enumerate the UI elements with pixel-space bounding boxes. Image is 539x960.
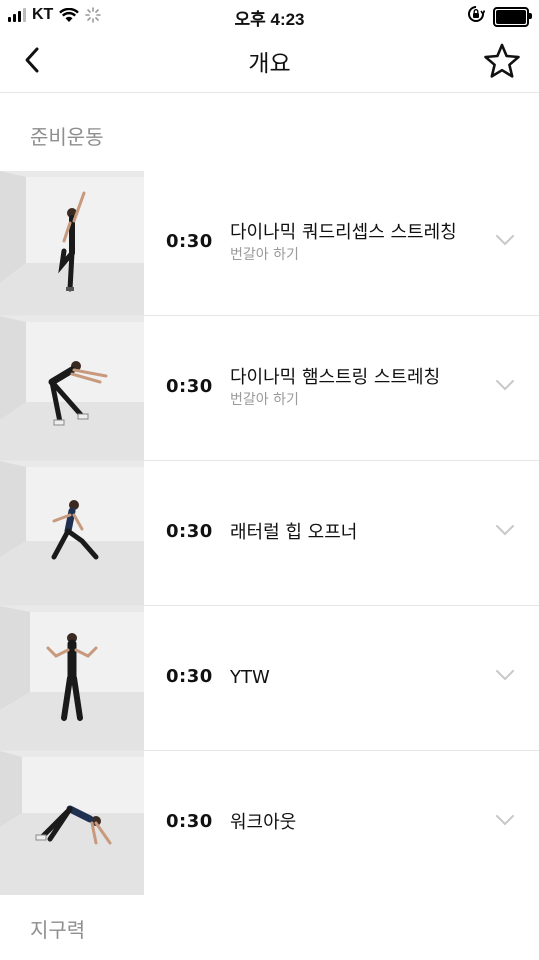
favorite-button[interactable] bbox=[481, 40, 523, 82]
exercise-row[interactable]: 0:30 워크아웃 bbox=[0, 751, 539, 895]
exercise-row[interactable]: 0:30 다이나믹 쿼드리셉스 스트레칭 번갈아 하기 bbox=[0, 171, 539, 316]
exercise-name: 다이나믹 쿼드리셉스 스트레칭 bbox=[230, 222, 457, 243]
exercise-subtitle: 번갈아 하기 bbox=[230, 247, 299, 263]
exercise-duration: 0:30 bbox=[166, 376, 213, 397]
section-header-endurance: 지구력 bbox=[30, 918, 86, 942]
exercise-list: 0:30 다이나믹 쿼드리셉스 스트레칭 번갈아 하기 0:30 다이나믹 햄스… bbox=[0, 171, 539, 895]
exercise-duration: 0:30 bbox=[166, 811, 213, 832]
nav-bar: 개요 bbox=[0, 30, 539, 93]
exercise-name: 워크아웃 bbox=[230, 812, 297, 833]
exercise-name: 래터럴 힙 오프너 bbox=[230, 522, 358, 543]
exercise-name: YTW bbox=[230, 667, 270, 688]
exercise-row[interactable]: 0:30 래터럴 힙 오프너 bbox=[0, 461, 539, 606]
exercise-duration: 0:30 bbox=[166, 666, 213, 687]
exercise-text: YTW bbox=[230, 606, 270, 750]
chevron-down-icon bbox=[496, 235, 514, 246]
exercise-duration: 0:30 bbox=[166, 521, 213, 542]
exercise-text: 다이나믹 햄스트링 스트레칭 번갈아 하기 bbox=[230, 316, 440, 460]
chevron-down-icon bbox=[496, 525, 514, 536]
exercise-thumbnail bbox=[0, 171, 144, 315]
exercise-thumbnail bbox=[0, 751, 144, 895]
status-time: 오후 4:23 bbox=[234, 10, 305, 29]
back-button[interactable] bbox=[14, 42, 50, 78]
exercise-text: 래터럴 힙 오프너 bbox=[230, 461, 357, 605]
exercise-row[interactable]: 0:30 YTW bbox=[0, 606, 539, 751]
exercise-name: 다이나믹 햄스트링 스트레칭 bbox=[230, 367, 441, 388]
star-outline-icon bbox=[484, 43, 520, 78]
exercise-subtitle: 번갈아 하기 bbox=[230, 392, 299, 408]
exercise-text: 다이나믹 쿼드리셉스 스트레칭 번갈아 하기 bbox=[230, 171, 457, 315]
exercise-duration: 0:30 bbox=[166, 231, 213, 252]
exercise-thumbnail bbox=[0, 606, 144, 750]
chevron-left-icon bbox=[25, 47, 39, 73]
status-right bbox=[467, 5, 532, 28]
chevron-down-icon bbox=[496, 670, 514, 681]
exercise-thumbnail bbox=[0, 461, 144, 605]
exercise-thumbnail bbox=[0, 316, 144, 460]
chevron-down-icon bbox=[496, 815, 514, 826]
exercise-row[interactable]: 0:30 다이나믹 햄스트링 스트레칭 번갈아 하기 bbox=[0, 316, 539, 461]
section-header-warmup: 준비운동 bbox=[30, 125, 104, 149]
page-title: 개요 bbox=[248, 51, 291, 77]
chevron-down-icon bbox=[496, 380, 514, 391]
battery-icon bbox=[493, 6, 532, 27]
rotation-lock-icon bbox=[467, 5, 486, 28]
exercise-text: 워크아웃 bbox=[230, 751, 296, 895]
status-bar: KT 오후 4:23 bbox=[0, 0, 539, 30]
